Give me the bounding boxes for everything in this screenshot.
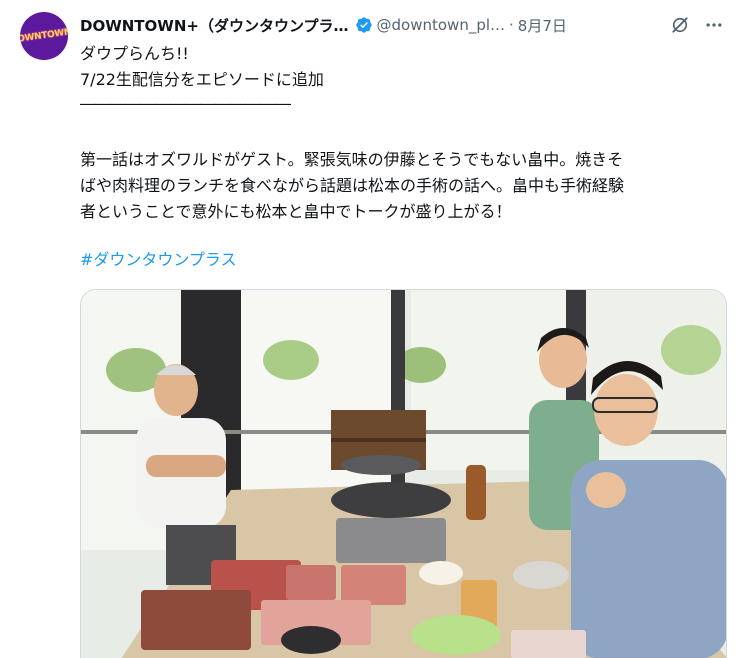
tweet-line-2: 7/22生配信分をエピソードに追加 [80,70,324,89]
tweet-line-4: 第一話はオズワルドがゲスト。緊張気味の伊藤とそうでもない畠中。焼きそ [80,150,624,169]
tweet-line-1: ダウプらんち!! [80,44,189,63]
tweet-date[interactable]: 8月7日 [518,15,567,36]
media-photo [81,290,726,658]
tweet-line-5: ばや肉料理のランチを食べながら話題は松本の手術の話へ。畠中も手術経験 [80,176,625,195]
display-name[interactable]: DOWNTOWN+（ダウンタウンプラ… [80,15,349,36]
avatar-logo: DOWNTOWN+ [20,26,68,46]
more-options-icon[interactable] [704,15,724,35]
hashtag-link[interactable]: #ダウンタウンプラス [80,248,730,272]
tweet-line-3: ―――――――――――――― [80,94,291,113]
tweet-line-6: 者ということで意外にも松本と畠中でトークが盛り上がる！ [80,202,512,221]
separator-dot: · [509,16,514,34]
tweet-media-image[interactable] [80,289,727,658]
tweet-header: DOWNTOWN+（ダウンタウンプラ… @downtown_pl… · 8月7日 [80,12,724,38]
user-handle[interactable]: @downtown_pl… [377,16,506,34]
avatar[interactable]: DOWNTOWN+ [20,12,68,60]
grok-icon[interactable] [670,15,690,35]
verified-badge-icon [355,17,372,33]
